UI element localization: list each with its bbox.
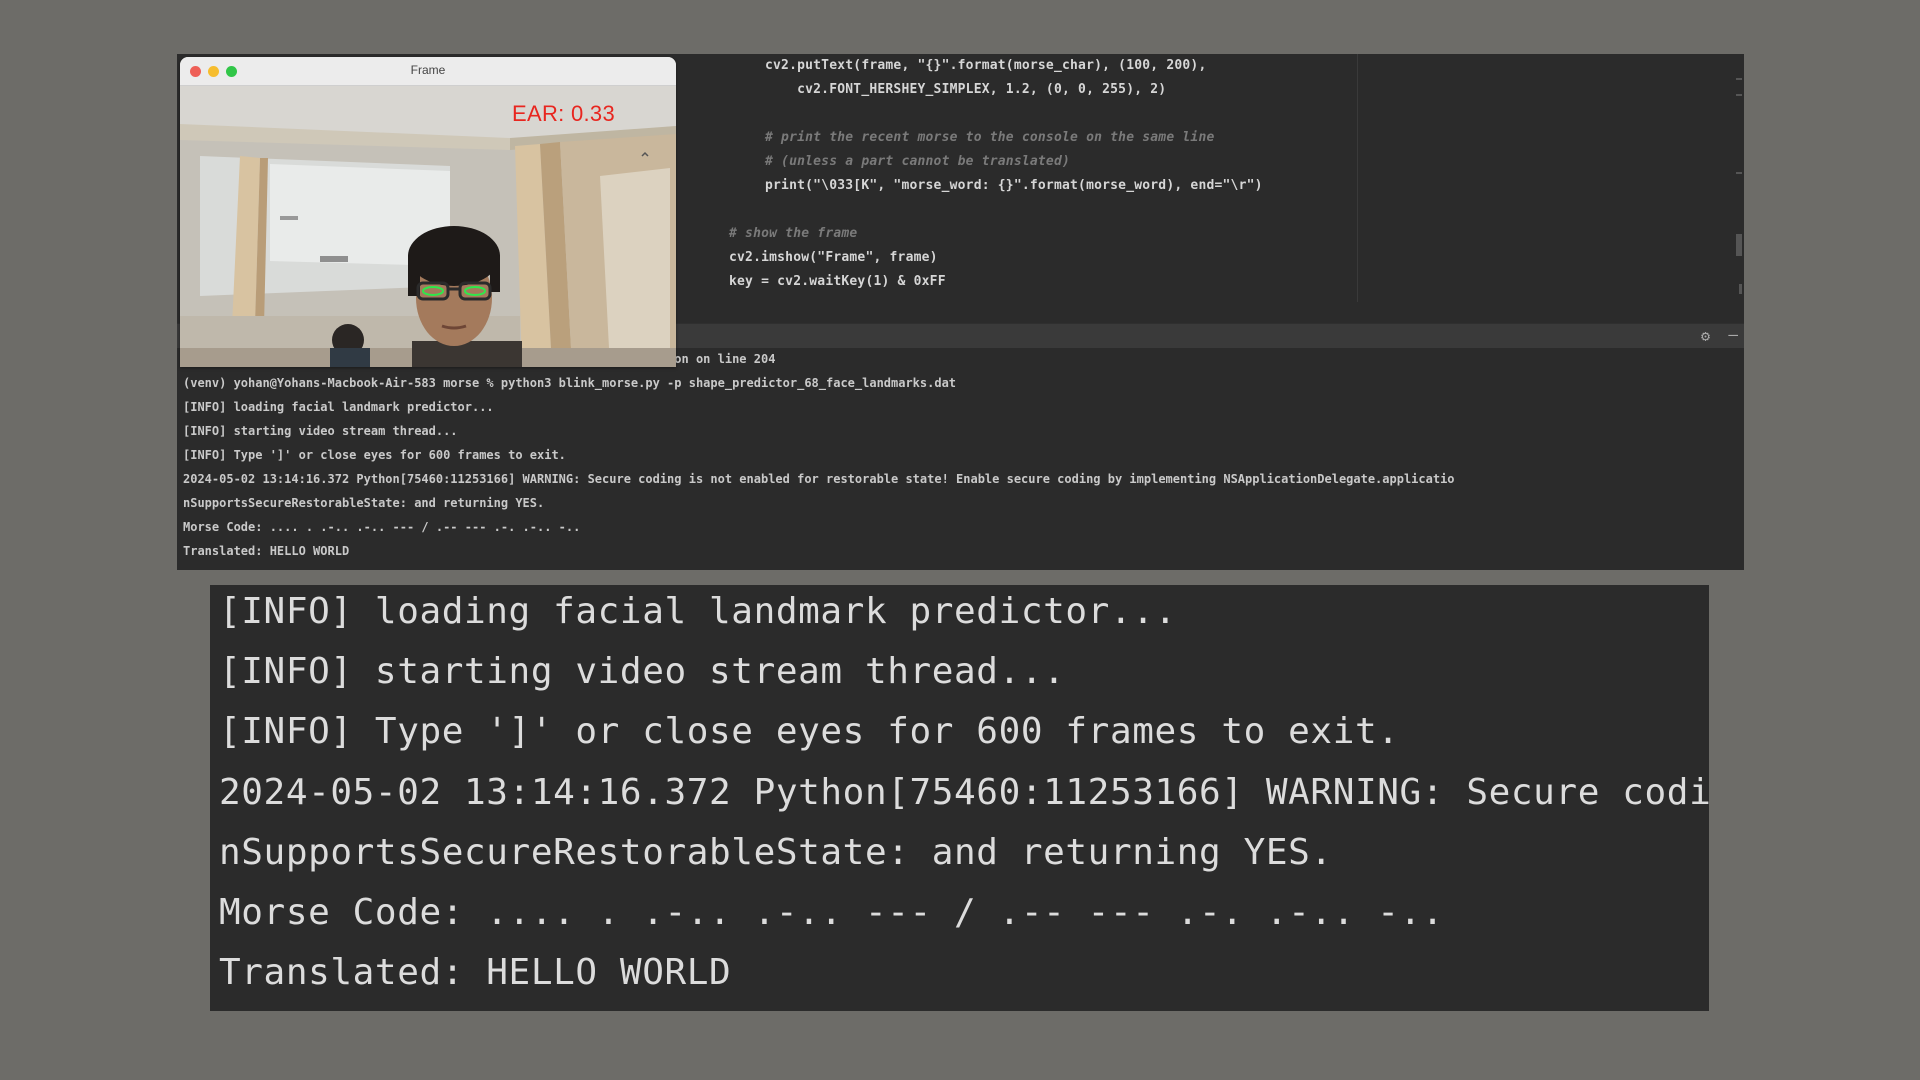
morse-code-line: Morse Code: .... . .-.. .-.. --- / .-- -…: [219, 892, 1445, 933]
console-line: [INFO] starting video stream thread...: [219, 651, 1066, 692]
code-comment-line: # (unless a part cannot be translated): [765, 154, 1071, 169]
code-comment-line: # print the recent morse to the console …: [765, 130, 1215, 145]
console-line: [INFO] loading facial landmark predictor…: [219, 591, 1177, 632]
webcam-feed: [180, 86, 676, 367]
window-titlebar[interactable]: Frame: [180, 57, 676, 86]
run-console[interactable]: IndentationError: expected an indented b…: [177, 350, 1744, 570]
console-line: [INFO] loading facial landmark predictor…: [183, 400, 494, 414]
camera-frame-window[interactable]: Frame EAR: 0.33: [180, 57, 676, 367]
console-line: nSupportsSecureRestorableState: and retu…: [183, 496, 545, 510]
console-line: Morse Code: .... . .-.. .-.. --- / .-- -…: [183, 520, 581, 534]
right-margin-guide: [1357, 54, 1358, 302]
code-line: cv2.putText(frame, "{}".format(morse_cha…: [765, 58, 1207, 73]
translated-line: Translated: HELLO WORLD: [219, 952, 732, 993]
editor-scrollbar[interactable]: [1734, 74, 1742, 304]
console-line: 2024-05-02 13:14:16.372 Python[75460:112…: [219, 772, 1709, 813]
zoomed-console-output: [INFO] loading facial landmark predictor…: [210, 585, 1709, 1011]
minimize-icon[interactable]: —: [1728, 325, 1738, 344]
window-title: Frame: [410, 63, 446, 77]
console-line: [INFO] Type ']' or close eyes for 600 fr…: [219, 711, 1400, 752]
console-line: 2024-05-02 13:14:16.372 Python[75460:112…: [183, 472, 1455, 486]
code-line: key = cv2.waitKey(1) & 0xFF: [729, 274, 946, 289]
console-line: Translated: HELLO WORLD: [183, 544, 350, 558]
code-comment-line: # show the frame: [729, 226, 858, 241]
code-line: cv2.imshow("Frame", frame): [729, 250, 938, 265]
code-line: print("\033[K", "morse_word: {}".format(…: [765, 178, 1263, 193]
code-line: cv2.FONT_HERSHEY_SIMPLEX, 1.2, (0, 0, 25…: [765, 82, 1167, 97]
console-line: [INFO] Type ']' or close eyes for 600 fr…: [183, 448, 566, 462]
console-line: (venv) yohan@Yohans-Macbook-Air-583 mors…: [183, 376, 957, 390]
console-line: nSupportsSecureRestorableState: and retu…: [219, 832, 1333, 873]
gear-icon[interactable]: ⚙: [1701, 327, 1710, 345]
ide-screenshot-panel: cv2.putText(frame, "{}".format(morse_cha…: [177, 54, 1744, 570]
ear-overlay-text: EAR: 0.33: [512, 101, 615, 126]
console-line: [INFO] starting video stream thread...: [183, 424, 458, 438]
